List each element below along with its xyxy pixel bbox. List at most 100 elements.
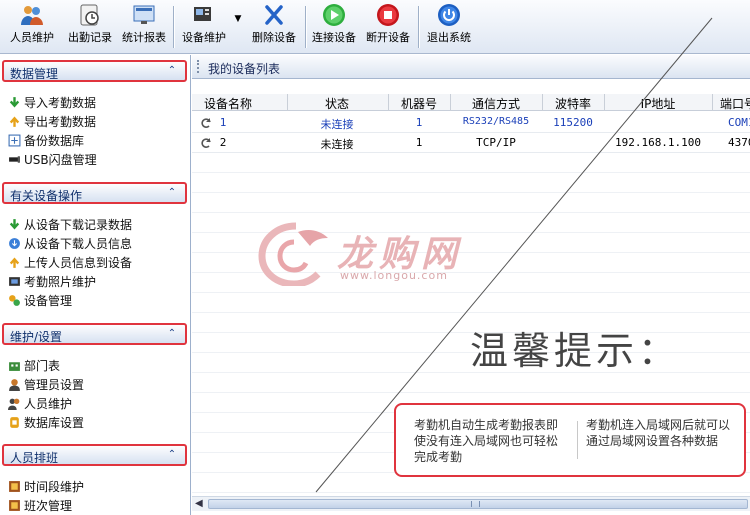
sidebar-item-photo-maintenance[interactable]: 考勤照片维护 bbox=[8, 273, 96, 291]
toolbar-separator bbox=[305, 6, 306, 48]
users-icon bbox=[21, 6, 43, 25]
cell-device-name: 1 bbox=[219, 116, 227, 129]
cell-device-name: 2 bbox=[219, 136, 227, 149]
sidebar-item-download-users[interactable]: 从设备下载人员信息 bbox=[8, 235, 132, 253]
section-header-settings[interactable]: 维护/设置 ⌃ bbox=[2, 323, 187, 345]
stop-icon bbox=[377, 4, 399, 26]
power-icon bbox=[438, 4, 460, 26]
device-maintenance-button[interactable]: 设备维护 bbox=[178, 3, 230, 51]
sidebar-item-shift-management[interactable]: 班次管理 bbox=[8, 497, 72, 515]
sidebar-item-label: USB闪盘管理 bbox=[24, 153, 97, 167]
col-device-name[interactable]: 设备名称 bbox=[198, 95, 258, 112]
sidebar-item-label: 从设备下载人员信息 bbox=[24, 237, 133, 251]
usb-icon bbox=[9, 156, 20, 163]
database-icon bbox=[10, 417, 19, 428]
attendance-button-label: 出勤记录 bbox=[68, 31, 112, 44]
section-header-data-management[interactable]: 数据管理 ⌃ bbox=[2, 60, 187, 82]
cell-port: COM1 bbox=[728, 116, 750, 129]
grid-line bbox=[192, 212, 750, 213]
arrow-up-orange-icon bbox=[9, 116, 20, 127]
collapse-icon[interactable]: ⌃ bbox=[165, 327, 179, 341]
sidebar-item-download-records[interactable]: 从设备下载记录数据 bbox=[8, 216, 132, 234]
delete-x-icon bbox=[265, 5, 283, 25]
tip-divider bbox=[577, 421, 578, 459]
sidebar-item-label: 上传人员信息到设备 bbox=[24, 256, 133, 270]
collapse-icon[interactable]: ⌃ bbox=[165, 64, 179, 78]
reports-button[interactable]: 统计报表 bbox=[120, 3, 168, 51]
clock-icon bbox=[80, 4, 99, 26]
delete-device-label: 删除设备 bbox=[252, 31, 296, 44]
sidebar-item-admin-settings[interactable]: 管理员设置 bbox=[8, 376, 84, 394]
exit-system-button[interactable]: 退出系统 bbox=[425, 3, 473, 51]
attendance-button[interactable]: 出勤记录 bbox=[66, 3, 114, 51]
chevron-down-icon[interactable]: ▼ bbox=[232, 14, 244, 28]
sidebar-item-department[interactable]: 部门表 bbox=[8, 357, 60, 375]
sidebar-item-label: 数据库设置 bbox=[24, 416, 85, 430]
collapse-icon[interactable]: ⌃ bbox=[165, 186, 179, 200]
col-port[interactable]: 端口号 bbox=[720, 95, 750, 112]
disconnect-device-button[interactable]: 断开设备 bbox=[364, 3, 412, 51]
users-button[interactable]: 人员维护 bbox=[10, 3, 54, 51]
sidebar-item-label: 班次管理 bbox=[24, 499, 73, 513]
section-title: 人员排班 bbox=[10, 451, 59, 465]
toolbar: 人员维护 出勤记录 统计报表 设备维护 ▼ 删除设备 连接设备 断开设备 退出系… bbox=[0, 0, 750, 54]
sidebar-item-upload-users[interactable]: 上传人员信息到设备 bbox=[8, 254, 132, 272]
col-machine-no[interactable]: 机器号 bbox=[388, 95, 450, 112]
reports-button-label: 统计报表 bbox=[122, 31, 166, 44]
cell-comm: TCP/IP bbox=[476, 136, 516, 149]
panel-header: 我的设备列表 bbox=[192, 55, 750, 79]
device-icon bbox=[194, 7, 211, 21]
sidebar-item-export-data[interactable]: 导出考勤数据 bbox=[8, 113, 96, 131]
col-comm[interactable]: 通信方式 bbox=[450, 95, 542, 112]
report-icon bbox=[133, 5, 155, 24]
sidebar-item-label: 导出考勤数据 bbox=[24, 115, 97, 129]
grid-line bbox=[192, 192, 750, 193]
toolbar-separator bbox=[418, 6, 419, 48]
table-row[interactable]: 2 未连接 1 TCP/IP 192.168.1.100 4370 bbox=[192, 133, 750, 153]
sidebar-item-import-data[interactable]: 导入考勤数据 bbox=[8, 94, 96, 112]
sidebar-item-label: 管理员设置 bbox=[24, 378, 85, 392]
scroll-left-icon[interactable]: ◀ bbox=[195, 498, 203, 509]
sidebar-item-time-slots[interactable]: 时间段维护 bbox=[8, 478, 84, 496]
tip-left-text: 考勤机自动生成考勤报表即使没有连入局域网也可轻松完成考勤 bbox=[414, 418, 559, 464]
sidebar-item-device-management[interactable]: 设备管理 bbox=[8, 292, 72, 310]
sidebar-item-label: 设备管理 bbox=[24, 294, 73, 308]
cell-status: 未连接 bbox=[320, 138, 354, 151]
sidebar-item-label: 人员维护 bbox=[24, 397, 73, 411]
delete-device-button[interactable]: 删除设备 bbox=[250, 3, 298, 51]
grip-icon bbox=[197, 60, 199, 73]
backup-icon bbox=[8, 134, 21, 147]
scroll-thumb[interactable] bbox=[208, 499, 748, 509]
table-row[interactable]: 1 未连接 1 RS232/RS485 115200 COM1 bbox=[192, 113, 750, 133]
cell-ip: 192.168.1.100 bbox=[614, 136, 702, 149]
sidebar-item-label: 从设备下载记录数据 bbox=[24, 218, 133, 232]
sidebar-item-usb[interactable]: USB闪盘管理 bbox=[8, 151, 97, 169]
disconnect-device-label: 断开设备 bbox=[366, 31, 410, 44]
arrow-up-orange-icon bbox=[9, 257, 20, 268]
col-ip[interactable]: IP地址 bbox=[604, 95, 712, 112]
sidebar-item-personnel[interactable]: 人员维护 bbox=[8, 395, 72, 413]
collapse-icon[interactable]: ⌃ bbox=[165, 448, 179, 462]
cell-machine-no: 1 bbox=[415, 136, 423, 149]
sidebar: 数据管理 ⌃ 导入考勤数据 导出考勤数据 备份数据库 USB闪盘管理 有关设备操… bbox=[0, 55, 191, 515]
section-header-device-ops[interactable]: 有关设备操作 ⌃ bbox=[2, 182, 187, 204]
tip-box: 考勤机自动生成考勤报表即使没有连入局域网也可轻松完成考勤 考勤机连入局域网后就可… bbox=[394, 403, 746, 477]
cell-port: 4370 bbox=[728, 136, 750, 149]
grid-line bbox=[192, 392, 750, 393]
admin-icon bbox=[9, 379, 20, 391]
connect-device-button[interactable]: 连接设备 bbox=[310, 3, 358, 51]
toolbar-separator bbox=[173, 6, 174, 48]
grid-line bbox=[192, 172, 750, 173]
sidebar-item-label: 部门表 bbox=[24, 359, 61, 373]
download-blue-icon bbox=[9, 238, 20, 249]
arrow-down-green-icon bbox=[9, 97, 20, 108]
sidebar-item-db-settings[interactable]: 数据库设置 bbox=[8, 414, 84, 432]
col-baud[interactable]: 波特率 bbox=[542, 95, 604, 112]
device-maintenance-label: 设备维护 bbox=[182, 31, 226, 44]
exit-system-label: 退出系统 bbox=[427, 31, 471, 44]
section-header-scheduling[interactable]: 人员排班 ⌃ bbox=[2, 444, 187, 466]
col-status[interactable]: 状态 bbox=[287, 95, 387, 112]
horizontal-scrollbar[interactable]: ◀ bbox=[192, 496, 750, 511]
grid-line bbox=[192, 292, 750, 293]
sidebar-item-backup-db[interactable]: 备份数据库 bbox=[8, 132, 84, 150]
